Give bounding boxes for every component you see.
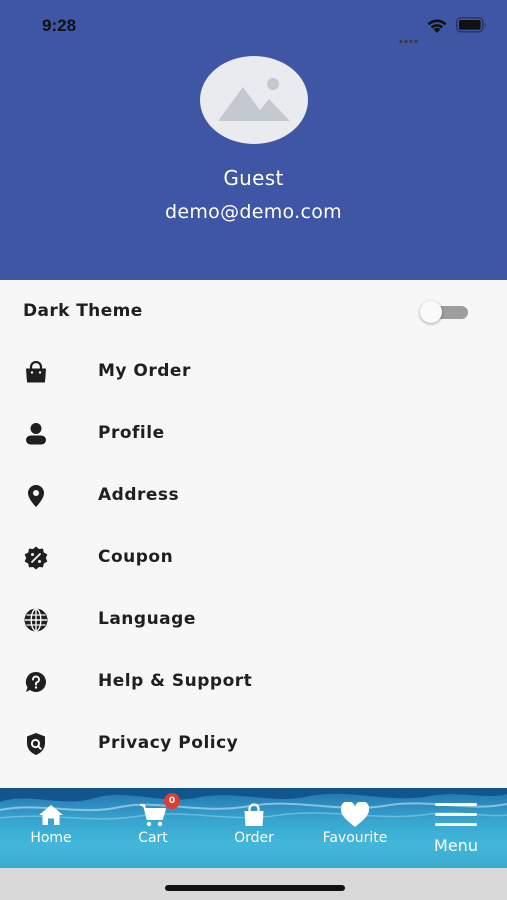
shopping-bag-icon	[22, 360, 50, 384]
globe-icon	[22, 608, 50, 632]
battery-icon	[456, 17, 488, 37]
cart-icon	[103, 802, 203, 828]
privacy-shield-icon	[22, 732, 50, 756]
menu-item-label: Help & Support	[98, 671, 253, 691]
menu-item-label: My Order	[98, 361, 191, 381]
menu-item-label: Language	[98, 609, 196, 629]
nav-home[interactable]: Home	[1, 788, 101, 868]
nav-cart-label: Cart	[138, 830, 168, 846]
avatar[interactable]	[200, 56, 308, 144]
menu-item-help-support[interactable]: Help & Support	[0, 656, 507, 708]
toggle-knob	[420, 301, 442, 323]
dark-theme-label: Dark Theme	[23, 301, 143, 321]
status-time: 9:28	[42, 16, 77, 35]
coupon-percent-icon	[22, 546, 50, 570]
image-placeholder-icon	[218, 78, 290, 121]
nav-home-label: Home	[30, 830, 72, 846]
dark-theme-row: Dark Theme	[0, 290, 507, 334]
cart-badge: 0	[164, 793, 180, 809]
bottom-navigation: Home 0 Cart Order Favourite Menu	[0, 788, 507, 868]
menu-item-label: Privacy Policy	[98, 733, 239, 753]
menu-item-privacy-policy[interactable]: Privacy Policy	[0, 718, 507, 770]
user-email: demo@demo.com	[165, 201, 342, 223]
menu-item-label: Profile	[98, 423, 165, 443]
menu-item-address[interactable]: Address	[0, 470, 507, 522]
status-bar: 9:28	[0, 0, 507, 52]
shopping-bag-icon	[204, 802, 304, 828]
heart-icon	[305, 802, 405, 828]
home-indicator-area	[0, 868, 507, 900]
user-name: Guest	[223, 166, 284, 190]
cellular-signal-icon	[399, 29, 419, 48]
home-icon	[1, 802, 101, 828]
dark-theme-toggle[interactable]	[420, 301, 468, 323]
hamburger-menu-icon	[406, 802, 506, 828]
nav-cart[interactable]: 0 Cart	[103, 788, 203, 868]
nav-menu-label: Menu	[434, 836, 478, 855]
nav-order-label: Order	[234, 830, 274, 846]
nav-favourite-label: Favourite	[322, 830, 388, 846]
menu-item-label: Address	[98, 485, 180, 505]
profile-header: 9:28 Guest demo@demo.com	[0, 0, 507, 280]
menu-item-label: Coupon	[98, 547, 174, 567]
menu-item-language[interactable]: Language	[0, 594, 507, 646]
location-pin-icon	[22, 484, 50, 508]
nav-order[interactable]: Order	[204, 788, 304, 868]
person-icon	[22, 422, 50, 446]
menu-item-my-order[interactable]: My Order	[0, 346, 507, 398]
home-indicator[interactable]	[165, 885, 345, 891]
help-question-icon	[22, 670, 50, 694]
nav-menu[interactable]: Menu	[406, 788, 506, 868]
menu-item-profile[interactable]: Profile	[0, 408, 507, 460]
nav-favourite[interactable]: Favourite	[305, 788, 405, 868]
wifi-icon	[426, 18, 448, 38]
menu-item-coupon[interactable]: Coupon	[0, 532, 507, 584]
